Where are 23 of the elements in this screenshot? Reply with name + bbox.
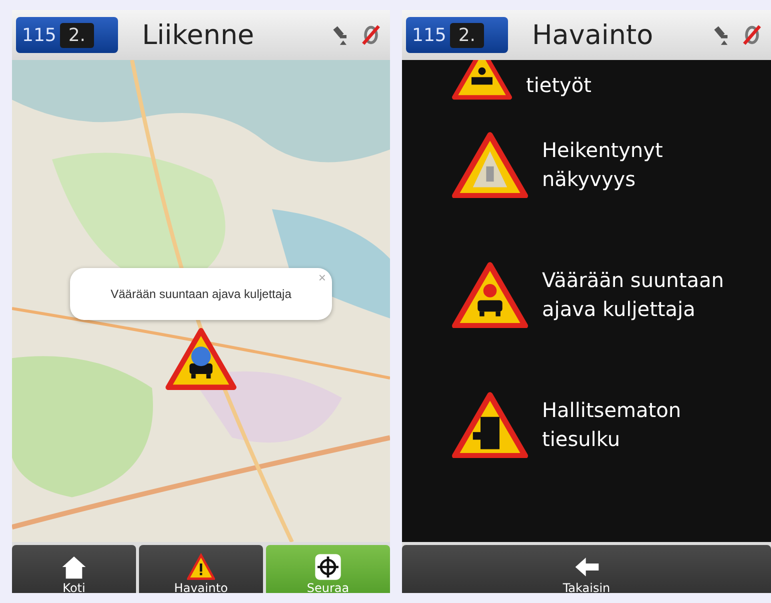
screen-title: Liikenne	[141, 20, 256, 50]
hazard-option[interactable]: Väärään suuntaan ajava kuljettaja	[542, 266, 752, 324]
popup-text: Väärään suuntaan ajava kuljettaja	[110, 287, 292, 301]
hazard-option[interactable]: tietyöt	[526, 71, 736, 100]
warning-sign-icon	[452, 132, 528, 198]
score-number: 115	[412, 24, 446, 46]
warning-marker-icon	[164, 328, 238, 390]
screen-title: Havainto	[531, 20, 654, 50]
warning-sign-icon	[452, 392, 528, 458]
nav-tab[interactable]: Takaisin	[402, 545, 771, 593]
score-number: 115	[22, 24, 56, 46]
warning-sign-icon	[452, 262, 528, 328]
warning-icon	[187, 553, 215, 581]
nav-tab[interactable]: Koti	[12, 545, 136, 593]
crosshair-icon	[314, 553, 342, 581]
nav-tab[interactable]: Havainto	[139, 545, 263, 593]
hazard-option[interactable]: Heikentynyt näkyvyys	[542, 136, 752, 194]
warning-sign-icon	[452, 60, 512, 100]
crossed-out-icon	[360, 24, 382, 46]
rank-label: 2.	[60, 22, 94, 48]
crossed-out-icon	[741, 24, 763, 46]
rank-label: 2.	[450, 22, 484, 48]
hazard-option[interactable]: Hallitsematon tiesulku	[542, 396, 752, 454]
